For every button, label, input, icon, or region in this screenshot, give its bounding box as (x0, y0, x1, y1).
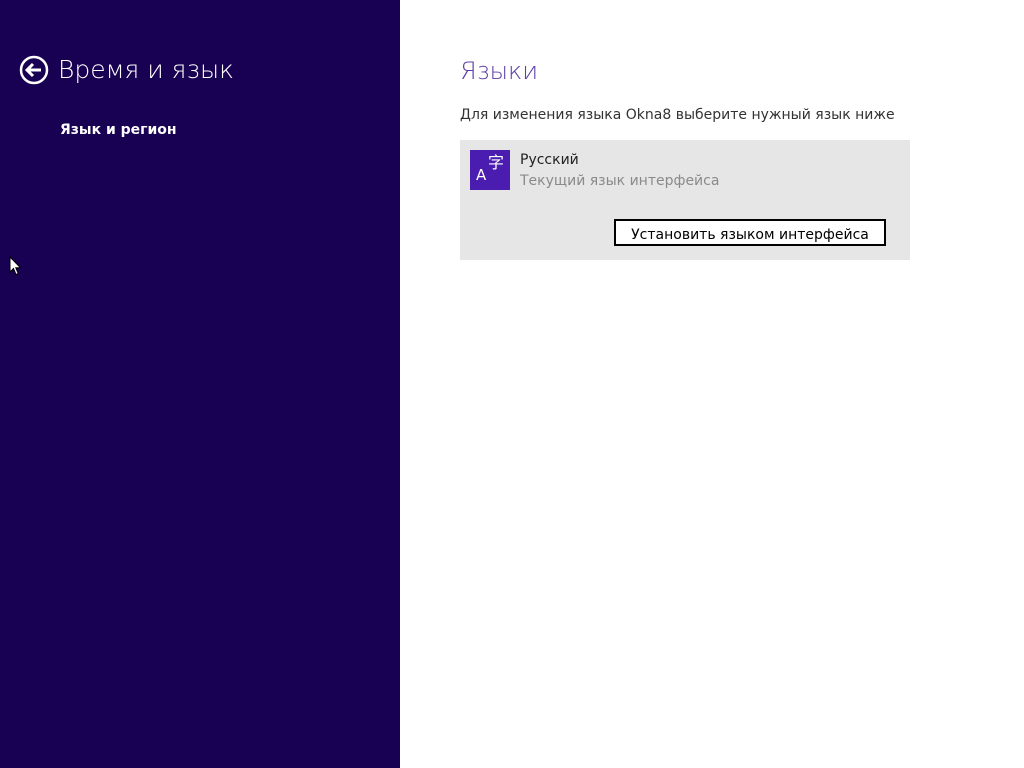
language-icon: A 字 (470, 150, 510, 190)
sidebar: Время и язык Язык и регион (0, 0, 400, 768)
back-button[interactable] (19, 55, 49, 85)
back-arrow-circle-icon (19, 55, 49, 85)
section-title: Языки (460, 57, 539, 85)
language-list-item[interactable]: A 字 Русский Текущий язык интерфейса Уста… (460, 140, 910, 260)
set-display-language-button[interactable]: Установить языком интерфейса (614, 219, 886, 246)
sidebar-item-language-region[interactable]: Язык и регион (60, 120, 177, 140)
settings-screen: Время и язык Язык и регион Языки Для изм… (0, 0, 1024, 768)
mouse-pointer-icon (9, 255, 22, 276)
language-icon-cjk-glyph: 字 (488, 153, 505, 172)
section-description: Для изменения языка Okna8 выберите нужны… (460, 107, 895, 123)
language-status: Текущий язык интерфейса (520, 173, 720, 189)
language-name: Русский (520, 152, 579, 168)
language-icon-latin-glyph: A (476, 166, 487, 184)
main-content: Языки Для изменения языка Okna8 выберите… (400, 0, 1024, 768)
page-title: Время и язык (58, 55, 234, 84)
